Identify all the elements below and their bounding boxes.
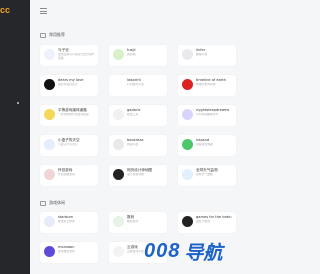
card-title: starbum bbox=[58, 215, 74, 219]
watermark: 008 导航 bbox=[144, 240, 223, 264]
site-card[interactable]: 怀旧游戏 怀旧经典游戏 bbox=[40, 165, 98, 186]
card-desc: 在线放置游戏 bbox=[58, 250, 75, 253]
card-title: gadaris bbox=[127, 108, 141, 112]
card-desc: 资源站 bbox=[127, 53, 136, 56]
sidebar: cc bbox=[0, 0, 30, 274]
card-title: tusiji bbox=[127, 48, 136, 52]
section-title: 游戏休闲 bbox=[40, 200, 65, 206]
site-card[interactable]: timeline of earth 地球历史时间线 bbox=[178, 75, 236, 96]
site-card[interactable]: 小盒子的天空 小盒子分享天空 bbox=[40, 135, 98, 156]
card-desc: 在线工具 bbox=[127, 113, 139, 116]
sidebar-dot bbox=[17, 102, 19, 104]
card-desc: 数码游戏 bbox=[127, 220, 139, 223]
card-desc: 情侣专属纪念日 bbox=[58, 83, 78, 86]
site-card[interactable]: gadaris 在线工具 bbox=[109, 105, 167, 126]
game-card[interactable]: monsoon 在线放置游戏 bbox=[40, 242, 98, 263]
green-icon bbox=[182, 139, 193, 150]
leaf-icon bbox=[113, 49, 124, 60]
site-card[interactable]: idaprint 打印服务平台 bbox=[109, 75, 167, 96]
site-card[interactable]: 网页设计师地图 设计资源导航 bbox=[109, 165, 167, 186]
black-circle bbox=[44, 79, 55, 90]
dream-icon bbox=[182, 109, 193, 120]
site-card[interactable]: bookreas 阅读平台 bbox=[109, 135, 167, 156]
yellow-icon bbox=[44, 109, 55, 120]
game-card[interactable]: starbum 在线星空体验 bbox=[40, 212, 98, 233]
card-title: idaprint bbox=[127, 78, 141, 82]
site-card[interactable]: 全球天气监测 实时天气数据 bbox=[178, 165, 236, 186]
card-desc: 在线星空体验 bbox=[58, 220, 75, 223]
book-icon bbox=[113, 139, 124, 150]
section-title: 常用推荐 bbox=[40, 32, 65, 38]
g-icon bbox=[113, 109, 124, 120]
card-title: dears my love bbox=[58, 78, 84, 82]
logo[interactable]: cc bbox=[0, 5, 10, 15]
card-desc: 与AI共度睡前时光 bbox=[196, 113, 219, 116]
site-card[interactable]: 平等游戏媒体道路 一款免费的开源游戏资源 bbox=[40, 105, 98, 126]
card-desc: 设计资源导航 bbox=[127, 173, 144, 176]
card-desc: 打印服务平台 bbox=[127, 83, 144, 86]
card-desc: 阅读平台 bbox=[127, 143, 139, 146]
cn-red bbox=[44, 49, 55, 60]
blue-icon bbox=[44, 139, 55, 150]
card-desc: 怀旧经典游戏 bbox=[58, 173, 75, 176]
card-title: monsoon bbox=[58, 245, 75, 249]
site-card[interactable]: dears my love 情侣专属纪念日 bbox=[40, 75, 98, 96]
topbar bbox=[30, 0, 270, 24]
card-desc: 小盒子分享天空 bbox=[58, 143, 78, 146]
card-desc: 益智小游戏 bbox=[196, 220, 210, 223]
card-desc: 地球历史时间线 bbox=[196, 83, 216, 86]
cloud-icon bbox=[113, 246, 124, 257]
game-card[interactable]: games for the brain 益智小游戏 bbox=[178, 212, 236, 233]
site-card[interactable]: nyghtsleepdreams 与AI共度睡前时光 bbox=[178, 105, 236, 126]
card-desc: 推理平台 bbox=[196, 53, 208, 56]
map-icon bbox=[113, 169, 124, 180]
digit-icon bbox=[113, 216, 124, 227]
card-title: napsnd bbox=[196, 138, 210, 142]
card-title: games for the brain bbox=[196, 215, 232, 219]
circle-icon bbox=[182, 49, 193, 60]
game-card[interactable]: 数码 数码游戏 bbox=[109, 212, 167, 233]
card-desc: 白噪音生成器 bbox=[196, 143, 213, 146]
card-title: timeline of earth bbox=[196, 78, 226, 82]
card-title: bookreas bbox=[127, 138, 144, 142]
earth-icon bbox=[182, 79, 193, 90]
site-card[interactable]: iinfer 推理平台 bbox=[178, 45, 236, 66]
card-desc: 实时天气数据 bbox=[196, 173, 213, 176]
brain-icon bbox=[182, 216, 193, 227]
site-card[interactable]: 与子也 这款应用可以满足大部分用户需求 bbox=[40, 45, 98, 66]
m-icon bbox=[44, 246, 55, 257]
card-desc: 一款免费的开源游戏资源 bbox=[58, 113, 89, 116]
menu-icon[interactable] bbox=[40, 8, 47, 14]
site-card[interactable]: tusiji 资源站 bbox=[109, 45, 167, 66]
car-icon bbox=[44, 169, 55, 180]
card-desc: 这款应用可以满足大部分用户需求 bbox=[58, 53, 95, 60]
card-title: iinfer bbox=[196, 48, 206, 52]
star-icon bbox=[44, 216, 55, 227]
weather-icon bbox=[182, 169, 193, 180]
tag-icon bbox=[40, 200, 46, 206]
site-card[interactable]: napsnd 白噪音生成器 bbox=[178, 135, 236, 156]
bird-icon bbox=[113, 79, 124, 90]
tag-icon bbox=[40, 32, 46, 38]
card-title: nyghtsleepdreams bbox=[196, 108, 230, 112]
